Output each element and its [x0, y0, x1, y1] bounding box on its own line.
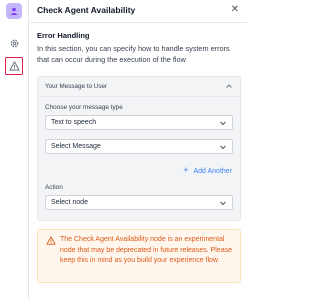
chevron-up-icon[interactable]	[225, 82, 233, 90]
plus-icon: +	[183, 165, 189, 175]
panel-title: Check Agent Availability	[37, 5, 136, 15]
chevron-down-icon	[220, 145, 226, 150]
add-another-button[interactable]: + Add Another	[183, 165, 232, 175]
section-title: Error Handling	[37, 31, 90, 40]
message-card-header[interactable]: Your Message to User	[38, 77, 240, 97]
warning-icon	[8, 61, 20, 71]
message-select[interactable]: Select Message	[45, 139, 233, 154]
node-avatar-icon[interactable]	[6, 3, 22, 19]
action-select[interactable]: Select node	[45, 195, 233, 210]
experimental-warning: The Check Agent Availability node is an …	[37, 229, 241, 283]
message-type-select[interactable]: Text to speech	[45, 115, 233, 130]
settings-panel: Check Agent Availability ✕ Error Handlin…	[29, 0, 247, 300]
action-value: Select node	[51, 199, 88, 206]
action-label: Action	[45, 184, 63, 191]
chevron-down-icon	[220, 121, 226, 126]
warning-icon	[46, 236, 56, 245]
message-card-title: Your Message to User	[45, 83, 108, 90]
warning-text: The Check Agent Availability node is an …	[60, 236, 232, 264]
chevron-down-icon	[220, 201, 226, 206]
add-another-label: Add Another	[193, 168, 232, 175]
warning-tab[interactable]	[5, 57, 23, 75]
panel-header: Check Agent Availability ✕	[29, 0, 247, 23]
close-icon[interactable]: ✕	[231, 4, 239, 16]
section-description: In this section, you can specify how to …	[37, 44, 230, 64]
message-type-label: Choose your message type	[45, 104, 123, 111]
gear-icon[interactable]	[5, 34, 23, 52]
message-card: Your Message to User Choose your message…	[37, 76, 241, 221]
message-type-value: Text to speech	[51, 119, 97, 126]
message-value: Select Message	[51, 143, 101, 150]
left-rail	[0, 0, 29, 300]
